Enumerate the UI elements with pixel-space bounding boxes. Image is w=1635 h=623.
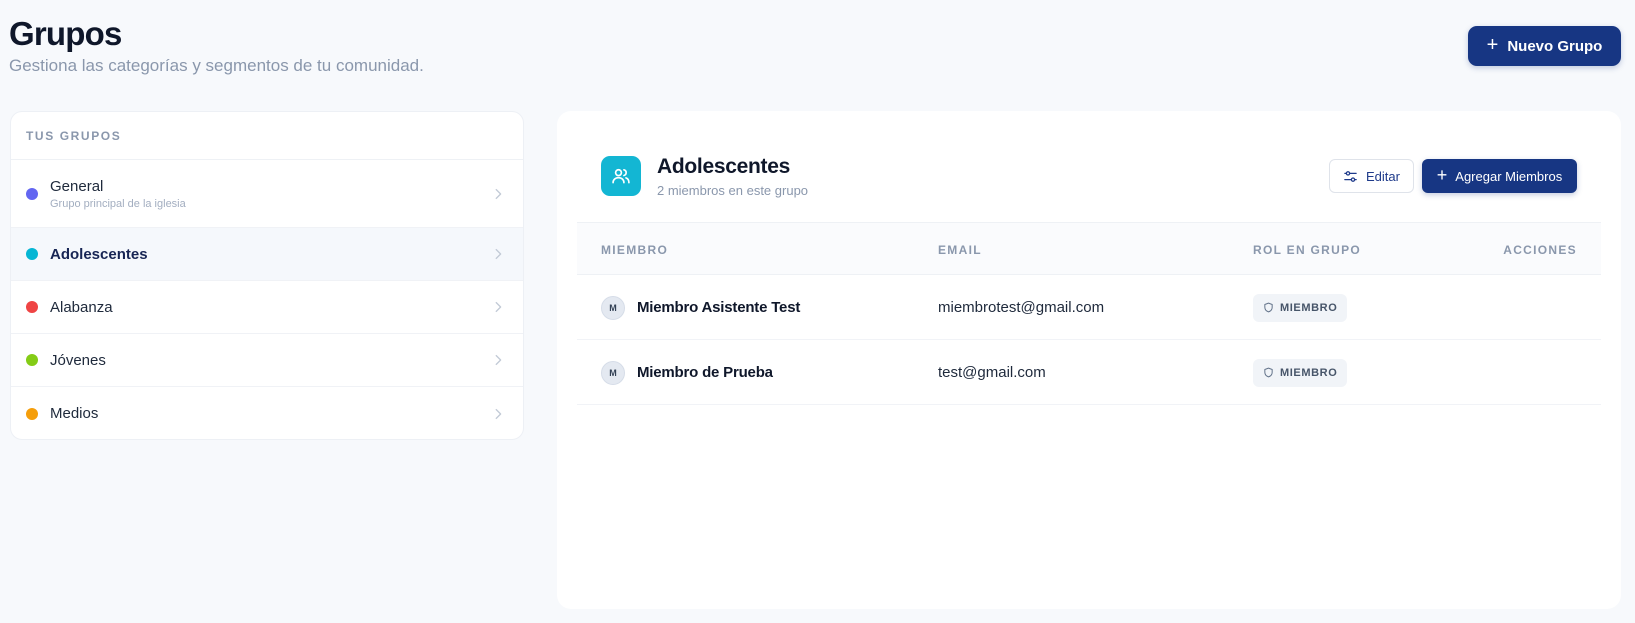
column-header-actions: ACCIONES	[1503, 242, 1577, 257]
chevron-right-icon	[495, 354, 502, 366]
edit-label: Editar	[1366, 168, 1400, 184]
sliders-icon	[1344, 170, 1357, 182]
member-email: test@gmail.com	[938, 364, 1046, 381]
page-subtitle: Gestiona las categorías y segmentos de t…	[9, 56, 424, 75]
add-members-button[interactable]: + Agregar Miembros	[1422, 159, 1577, 193]
add-members-label: Agregar Miembros	[1455, 168, 1563, 184]
shield-icon	[1264, 367, 1273, 378]
group-item-alabanza[interactable]: Alabanza	[11, 281, 523, 334]
new-group-label: Nuevo Grupo	[1507, 37, 1603, 55]
group-item-medios[interactable]: Medios	[11, 387, 523, 439]
role-label: MIEMBRO	[1280, 301, 1338, 314]
group-description: Grupo principal de la iglesia	[50, 197, 186, 210]
role-badge: MIEMBRO	[1253, 293, 1348, 322]
edit-group-button[interactable]: Editar	[1329, 159, 1414, 193]
table-header: MIEMBRO EMAIL ROL EN GRUPO ACCIONES	[577, 222, 1601, 275]
chevron-right-icon	[495, 301, 502, 313]
page-header: Grupos Gestiona las categorías y segment…	[9, 14, 424, 76]
plus-icon: +	[1436, 165, 1448, 185]
group-color-dot	[26, 407, 38, 420]
group-detail-title: Adolescentes	[657, 155, 790, 178]
member-name: Miembro Asistente Test	[637, 299, 801, 316]
group-detail-subtitle: 2 miembros en este grupo	[657, 183, 809, 198]
groups-list-card: TUS GRUPOS General Grupo principal de la…	[10, 111, 524, 440]
members-table: MIEMBRO EMAIL ROL EN GRUPO ACCIONES M Mi…	[577, 222, 1601, 405]
group-item-general[interactable]: General Grupo principal de la iglesia	[11, 160, 523, 228]
plus-icon: +	[1486, 34, 1499, 56]
group-name: Medios	[50, 405, 99, 422]
member-email: miembrotest@gmail.com	[938, 299, 1105, 316]
avatar: M	[601, 360, 625, 385]
chevron-right-icon	[495, 408, 502, 419]
shield-icon	[1264, 302, 1273, 313]
role-label: MIEMBRO	[1280, 366, 1338, 379]
column-header-role: ROL EN GRUPO	[1253, 242, 1362, 257]
chevron-right-icon	[495, 188, 502, 199]
group-name: Alabanza	[50, 298, 113, 316]
avatar: M	[601, 295, 625, 320]
group-name: General	[50, 177, 104, 195]
member-name: Miembro de Prueba	[637, 364, 773, 381]
group-item-adolescentes[interactable]: Adolescentes	[11, 228, 523, 281]
table-row: M Miembro Asistente Test miembrotest@gma…	[577, 275, 1601, 340]
table-row: M Miembro de Prueba test@gmail.com MIEMB…	[577, 340, 1601, 405]
group-item-jovenes[interactable]: Jóvenes	[11, 334, 523, 387]
groups-list-heading: TUS GRUPOS	[11, 112, 523, 160]
page-title: Grupos	[9, 15, 122, 52]
group-color-dot	[26, 301, 38, 313]
group-color-dot	[26, 354, 38, 366]
column-header-email: EMAIL	[938, 242, 982, 257]
column-header-member: MIEMBRO	[601, 242, 669, 257]
group-name: Adolescentes	[50, 245, 148, 263]
group-detail-card: Adolescentes 2 miembros en este grupo Ed…	[557, 111, 1621, 609]
new-group-button[interactable]: + Nuevo Grupo	[1468, 26, 1621, 66]
chevron-right-icon	[495, 248, 502, 260]
group-color-dot	[26, 187, 38, 200]
users-icon	[601, 156, 641, 196]
group-name: Jóvenes	[50, 351, 106, 369]
group-color-dot	[26, 248, 38, 260]
role-badge: MIEMBRO	[1253, 358, 1348, 387]
